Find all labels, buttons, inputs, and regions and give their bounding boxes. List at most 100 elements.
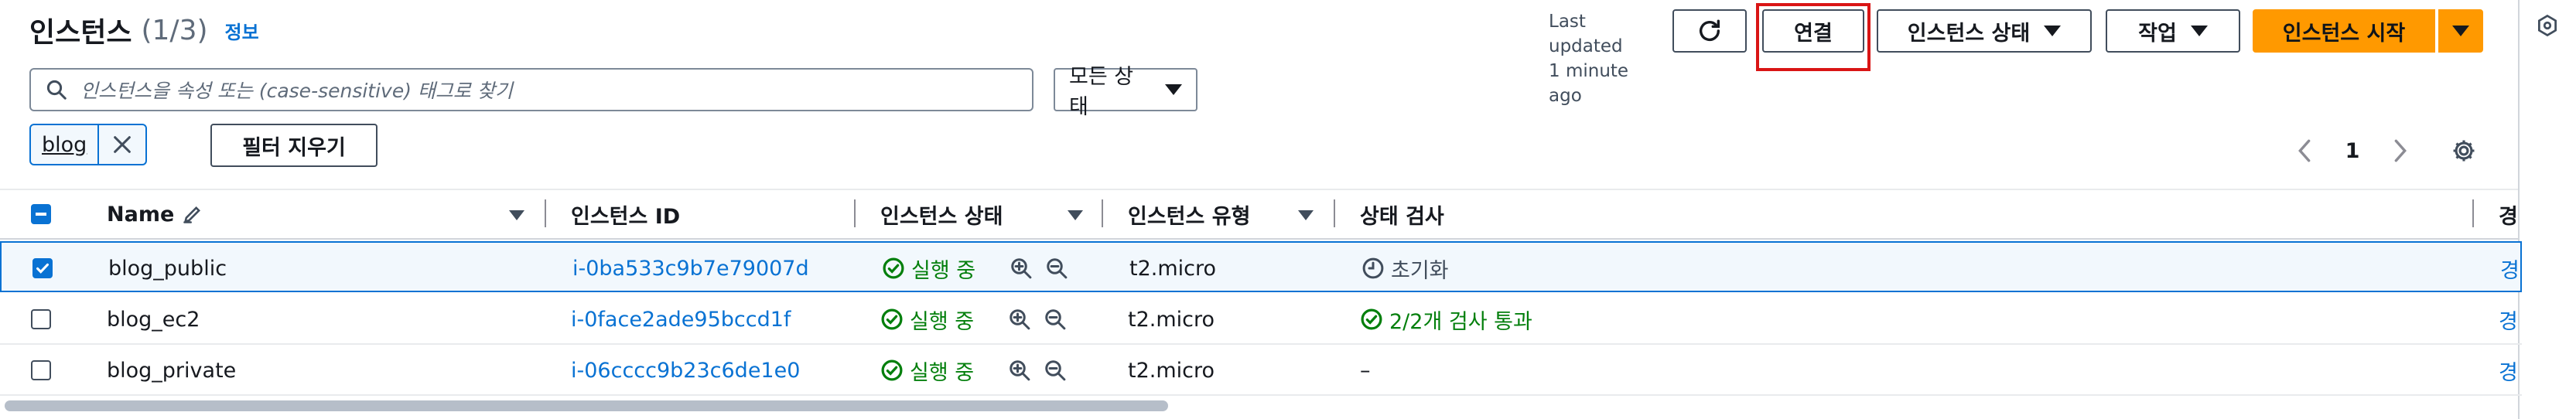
instance-type: t2.micro <box>1128 307 1215 332</box>
status-check: – <box>1360 345 1371 396</box>
alarm-status[interactable]: 경 <box>2499 345 2518 396</box>
launch-instance-dropdown[interactable] <box>2438 9 2483 53</box>
instance-id-link[interactable]: i-0face2ade95bccd1f <box>571 294 791 345</box>
instance-state-label: 인스턴스 상태 <box>1907 21 2031 46</box>
zoom-out-icon[interactable] <box>1044 308 1067 331</box>
search-icon <box>46 80 67 100</box>
clear-filters-button[interactable]: 필터 지우기 <box>210 124 378 167</box>
instance-type: t2.micro <box>1129 256 1217 281</box>
table-settings-button[interactable] <box>2446 133 2482 169</box>
column-divider <box>854 199 856 227</box>
remove-filter-button[interactable] <box>99 125 145 164</box>
clock-icon <box>1362 257 1384 279</box>
instance-name: blog_public <box>108 256 227 281</box>
launch-instance-label: 인스턴스 시작 <box>2282 21 2406 46</box>
status-check: 2/2개 검사 통과 <box>1360 294 1532 345</box>
launch-instance-button[interactable]: 인스턴스 시작 <box>2253 9 2435 53</box>
status-running-icon <box>881 308 903 330</box>
sort-icon <box>1068 210 1083 220</box>
sort-icon <box>1298 210 1314 220</box>
column-header-instance-id-label: 인스턴스 ID <box>571 204 681 229</box>
status-check-label: 초기화 <box>1391 258 1449 283</box>
chevron-down-icon <box>2452 26 2469 36</box>
pagination: 1 <box>2294 131 2410 170</box>
row-checkbox[interactable] <box>31 309 51 329</box>
zoom-in-icon[interactable] <box>1008 308 1031 331</box>
instance-state-label: 실행 중 <box>910 360 975 385</box>
instance-state: 실행 중 <box>880 345 1067 396</box>
status-check-label: – <box>1360 358 1371 383</box>
actions-button[interactable]: 작업 <box>2106 9 2240 53</box>
connect-highlight-box <box>1756 3 1871 71</box>
column-divider <box>545 199 546 227</box>
instance-count: (1/3) <box>141 14 208 46</box>
instance-id-link[interactable]: i-06cccc9b23c6de1e0 <box>571 345 800 396</box>
column-divider <box>1102 199 1103 227</box>
table-row[interactable]: blog_public i-0ba533c9b7e79007d 실행 중 t2.… <box>0 241 2522 292</box>
gear-icon <box>2453 140 2475 162</box>
state-filter-select[interactable]: 모든 상태 <box>1054 65 1197 119</box>
status-ok-icon <box>1361 308 1382 330</box>
column-header-instance-type[interactable]: 인스턴스 유형 <box>1128 193 1314 235</box>
last-updated-time: 1 minute ago <box>1549 61 1629 106</box>
column-header-alarm-label: 경 <box>2499 204 2518 229</box>
table-row[interactable]: blog_private i-06cccc9b23c6de1e0 실행 중 t2… <box>0 345 2522 396</box>
page-title: 인스턴스 (1/3) 정보 <box>29 11 259 49</box>
info-link[interactable]: 정보 <box>225 17 259 44</box>
last-updated-label: Last updated <box>1549 12 1623 56</box>
status-check: 초기화 <box>1361 243 1449 294</box>
refresh-icon <box>1699 19 1720 41</box>
chevron-left-icon[interactable] <box>2294 138 2315 164</box>
instance-state-label: 실행 중 <box>911 258 976 283</box>
column-header-name[interactable]: Name <box>107 193 524 235</box>
column-header-name-label: Name <box>107 202 175 227</box>
instance-name: blog_ec2 <box>107 307 200 332</box>
column-header-alarm[interactable]: 경 <box>2499 193 2518 235</box>
side-panel-toggle[interactable] <box>2528 6 2567 45</box>
clear-filters-label: 필터 지우기 <box>242 135 346 160</box>
chevron-down-icon <box>2190 26 2208 36</box>
status-running-icon <box>881 359 903 381</box>
zoom-out-icon[interactable] <box>1044 359 1067 382</box>
row-checkbox[interactable] <box>32 258 53 278</box>
search-box[interactable]: 인스턴스을 속성 또는 (case-sensitive) 태그로 찾기 <box>29 68 1033 111</box>
instance-state-label: 실행 중 <box>910 309 975 334</box>
instance-name: blog_private <box>107 358 237 383</box>
chevron-right-icon[interactable] <box>2390 138 2410 164</box>
page-title-text: 인스턴스 <box>29 17 132 49</box>
instance-state: 실행 중 <box>882 243 1068 294</box>
column-header-instance-type-label: 인스턴스 유형 <box>1128 204 1251 229</box>
status-check-label: 2/2개 검사 통과 <box>1389 309 1532 334</box>
sort-icon <box>509 210 524 220</box>
instance-state-button[interactable]: 인스턴스 상태 <box>1877 9 2092 53</box>
page-number[interactable]: 1 <box>2345 139 2360 163</box>
search-input[interactable]: 인스턴스을 속성 또는 (case-sensitive) 태그로 찾기 <box>80 76 513 104</box>
close-icon <box>114 136 132 153</box>
instance-state: 실행 중 <box>880 294 1067 345</box>
refresh-button[interactable] <box>1672 9 1747 53</box>
column-header-instance-id[interactable]: 인스턴스 ID <box>571 193 826 235</box>
alarm-status[interactable]: 경 <box>2499 294 2518 345</box>
chevron-down-icon <box>1165 84 1182 95</box>
zoom-in-icon[interactable] <box>1010 257 1033 280</box>
indeterminate-icon <box>36 213 46 216</box>
chevron-down-icon <box>2044 26 2062 36</box>
check-icon <box>36 263 49 274</box>
select-all-checkbox[interactable] <box>31 204 51 224</box>
column-divider <box>2472 199 2474 227</box>
instance-type: t2.micro <box>1128 358 1215 383</box>
status-running-icon <box>883 257 904 279</box>
instance-id-link[interactable]: i-0ba533c9b7e79007d <box>572 243 809 294</box>
column-header-status-check[interactable]: 상태 검사 <box>1360 193 1669 235</box>
last-updated: Last updated 1 minute ago <box>1549 9 1665 108</box>
row-checkbox[interactable] <box>31 360 51 380</box>
filter-token: blog <box>29 124 147 165</box>
horizontal-scrollbar[interactable] <box>5 400 1168 411</box>
table-row[interactable]: blog_ec2 i-0face2ade95bccd1f 실행 중 t2.mic… <box>0 294 2522 345</box>
zoom-out-icon[interactable] <box>1045 257 1068 280</box>
column-header-instance-state[interactable]: 인스턴스 상태 <box>880 193 1083 235</box>
alarm-status[interactable]: 경 <box>2500 243 2520 294</box>
edit-icon <box>183 206 201 223</box>
zoom-in-icon[interactable] <box>1008 359 1031 382</box>
column-header-status-check-label: 상태 검사 <box>1360 204 1444 229</box>
